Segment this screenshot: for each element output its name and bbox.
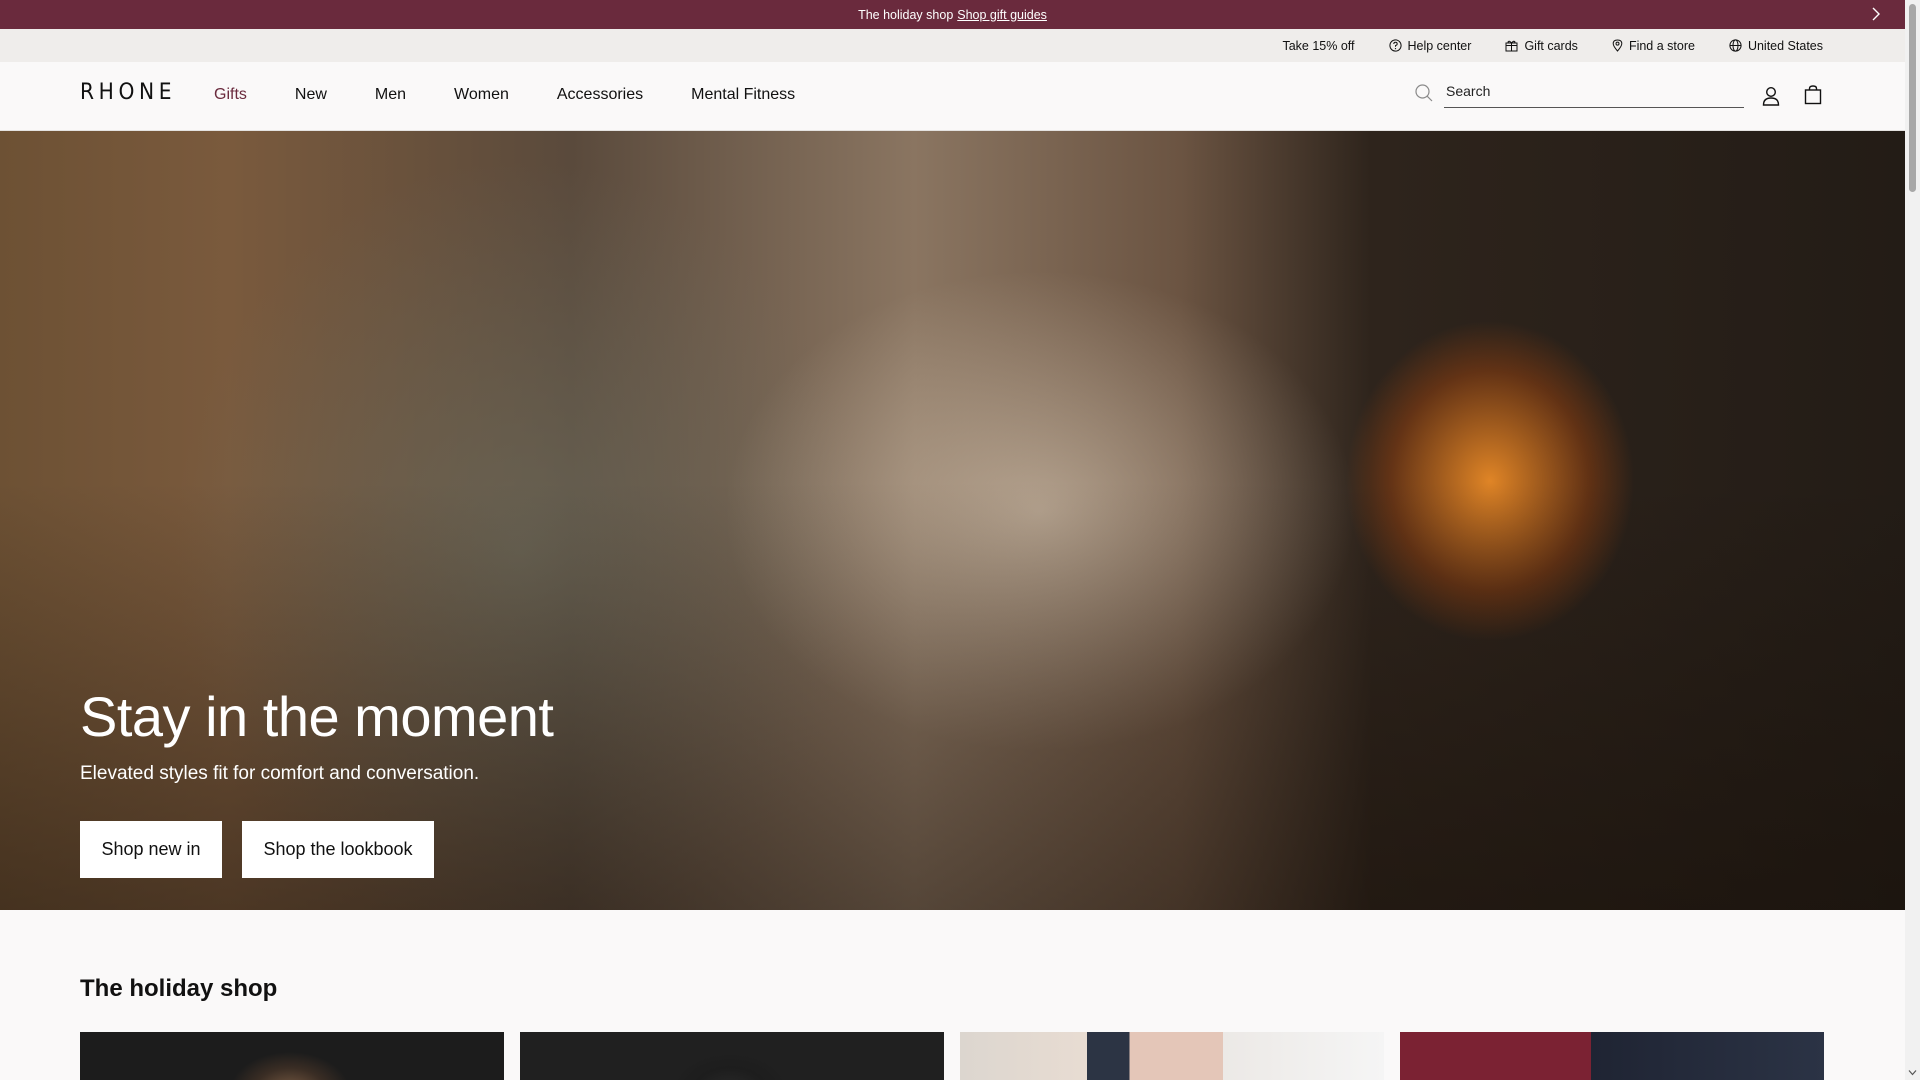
question-circle-icon xyxy=(1388,39,1402,52)
gift-cards-label: Gift cards xyxy=(1524,38,1578,53)
page: The holiday shop Shop gift guides Take 1… xyxy=(0,0,1905,1080)
utility-bar: Take 15% off Help center Gift cards Find… xyxy=(0,29,1905,62)
hero-subtitle: Elevated styles fit for comfort and conv… xyxy=(80,763,480,784)
help-center-link[interactable]: Help center xyxy=(1388,38,1472,53)
shop-lookbook-button[interactable]: Shop the lookbook xyxy=(242,821,434,878)
nav-item-mental-fitness[interactable]: Mental Fitness xyxy=(691,86,795,104)
search-input[interactable] xyxy=(1444,78,1744,108)
gift-icon xyxy=(1505,40,1518,52)
gift-cards-link[interactable]: Gift cards xyxy=(1505,39,1578,53)
globe-icon xyxy=(1729,39,1742,52)
search-icon[interactable] xyxy=(1413,82,1435,104)
promo-link[interactable]: Take 15% off xyxy=(1282,39,1354,53)
main-nav: Gifts New Men Women Accessories Mental F… xyxy=(214,86,843,104)
country-label: United States xyxy=(1747,38,1823,53)
nav-item-gifts[interactable]: Gifts xyxy=(214,86,247,104)
product-card[interactable] xyxy=(520,1032,944,1080)
promo-label: Take 15% off xyxy=(1282,38,1355,53)
country-selector[interactable]: United States xyxy=(1729,39,1823,53)
location-pin-icon xyxy=(1612,39,1623,52)
account-icon[interactable] xyxy=(1762,86,1780,106)
product-card[interactable] xyxy=(1400,1032,1824,1080)
shop-new-in-button[interactable]: Shop new in xyxy=(80,821,222,878)
chevron-right-icon[interactable] xyxy=(1867,5,1885,23)
hero-banner: Stay in the moment Elevated styles fit f… xyxy=(0,131,1905,910)
find-store-label: Find a store xyxy=(1628,38,1695,53)
product-card[interactable] xyxy=(80,1032,504,1080)
holiday-cards xyxy=(80,1032,1824,1080)
announcement-text: The holiday shop xyxy=(858,7,954,22)
help-center-label: Help center xyxy=(1407,38,1472,53)
nav-item-accessories[interactable]: Accessories xyxy=(557,86,643,104)
find-store-link[interactable]: Find a store xyxy=(1612,39,1695,53)
hero-title: Stay in the moment xyxy=(80,685,554,748)
product-card[interactable] xyxy=(960,1032,1384,1080)
vertical-scrollbar[interactable] xyxy=(1905,0,1920,1080)
search-bar xyxy=(1413,78,1744,108)
scroll-down-arrow-icon[interactable] xyxy=(1908,1068,1917,1077)
hero-buttons: Shop new in Shop the lookbook xyxy=(80,821,454,878)
nav-item-new[interactable]: New xyxy=(295,86,327,104)
scrollbar-thumb[interactable] xyxy=(1909,4,1916,192)
logo[interactable]: RHONE xyxy=(80,80,176,105)
main-header: RHONE Gifts New Men Women Accessories Me… xyxy=(0,62,1905,131)
announcement-bar: The holiday shop Shop gift guides xyxy=(0,0,1905,29)
hero-image xyxy=(0,131,1905,910)
shopping-bag-icon[interactable] xyxy=(1804,85,1822,105)
announcement-link[interactable]: Shop gift guides xyxy=(957,8,1047,22)
holiday-shop-title: The holiday shop xyxy=(80,975,278,1002)
nav-item-men[interactable]: Men xyxy=(375,86,406,104)
nav-item-women[interactable]: Women xyxy=(454,86,509,104)
